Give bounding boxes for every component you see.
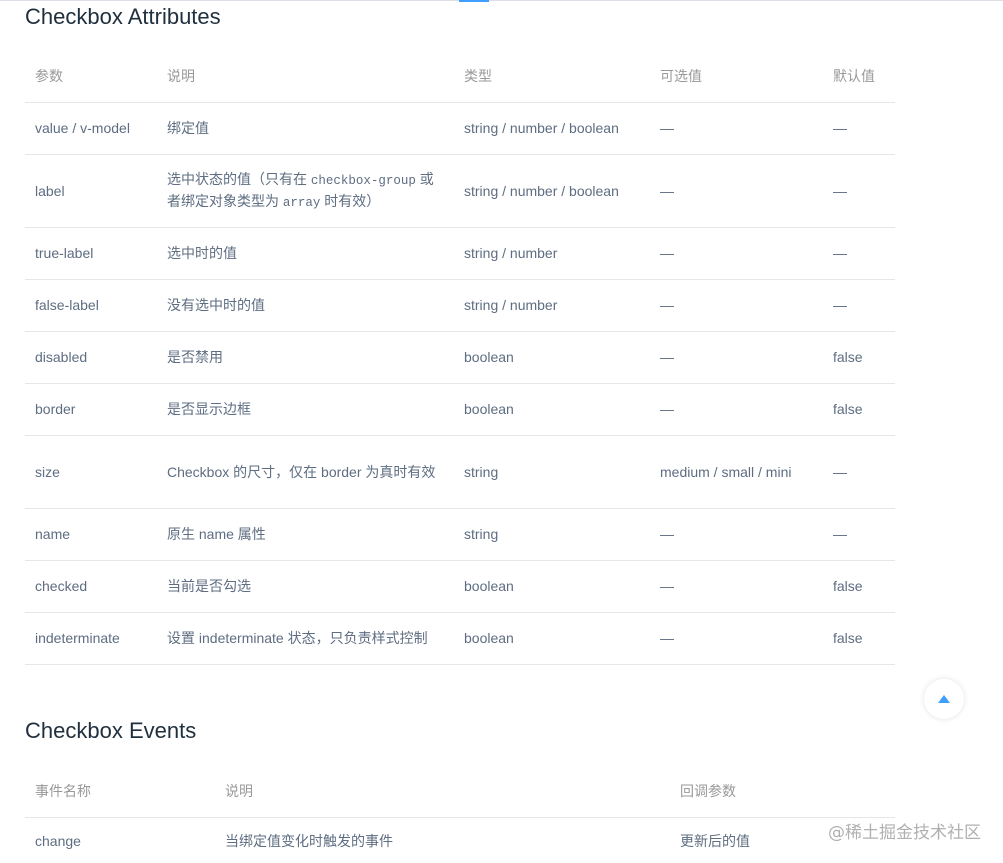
header-event-name: 事件名称 bbox=[25, 765, 215, 818]
cell-options: — bbox=[650, 508, 823, 561]
cell-desc: Checkbox 的尺寸，仅在 border 为真时有效 bbox=[157, 435, 454, 509]
table-row: false-label 没有选中时的值 string / number — — bbox=[25, 279, 895, 332]
cell-desc: 没有选中时的值 bbox=[157, 279, 454, 332]
desc-text: 选中状态的值（只有在 bbox=[167, 170, 311, 187]
table-row: label 选中状态的值（只有在 checkbox-group 或者绑定对象类型… bbox=[25, 154, 895, 228]
cell-param: name bbox=[25, 508, 157, 561]
events-table: 事件名称 说明 回调参数 change 当绑定值变化时触发的事件 更新后的值 bbox=[25, 765, 895, 863]
table-row: size Checkbox 的尺寸，仅在 border 为真时有效 string… bbox=[25, 435, 895, 509]
cell-default: — bbox=[823, 279, 895, 332]
cell-type: string / number bbox=[454, 227, 650, 280]
header-desc: 说明 bbox=[215, 765, 670, 818]
cell-param: label bbox=[25, 154, 157, 228]
table-row: checked 当前是否勾选 boolean — false bbox=[25, 560, 895, 613]
cell-param: size bbox=[25, 435, 157, 509]
cell-options: — bbox=[650, 154, 823, 228]
cell-default: — bbox=[823, 508, 895, 561]
table-row: border 是否显示边框 boolean — false bbox=[25, 383, 895, 436]
cell-param: false-label bbox=[25, 279, 157, 332]
cell-desc: 是否显示边框 bbox=[157, 383, 454, 436]
cell-desc: 原生 name 属性 bbox=[157, 508, 454, 561]
header-callback-params: 回调参数 bbox=[670, 765, 895, 818]
cell-options: — bbox=[650, 612, 823, 665]
caret-up-icon bbox=[938, 695, 950, 703]
header-options: 可选值 bbox=[650, 50, 823, 103]
cell-type: boolean bbox=[454, 612, 650, 665]
cell-type: string bbox=[454, 435, 650, 509]
cell-desc: 是否禁用 bbox=[157, 331, 454, 384]
cell-param: disabled bbox=[25, 331, 157, 384]
cell-options: medium / small / mini bbox=[650, 435, 823, 509]
watermark: @稀土掘金技术社区 bbox=[828, 823, 981, 843]
back-to-top-button[interactable] bbox=[924, 679, 964, 719]
active-tab-indicator bbox=[459, 0, 489, 2]
header-type: 类型 bbox=[454, 50, 650, 103]
attributes-title: Checkbox Attributes bbox=[25, 4, 221, 29]
cell-options: — bbox=[650, 227, 823, 280]
cell-param: true-label bbox=[25, 227, 157, 280]
cell-param: indeterminate bbox=[25, 612, 157, 665]
cell-options: — bbox=[650, 383, 823, 436]
cell-param: value / v-model bbox=[25, 102, 157, 155]
cell-type: boolean bbox=[454, 383, 650, 436]
cell-type: string / number / boolean bbox=[454, 102, 650, 155]
cell-param: checked bbox=[25, 560, 157, 613]
cell-options: — bbox=[650, 560, 823, 613]
cell-desc: 当绑定值变化时触发的事件 bbox=[215, 817, 670, 863]
cell-default: — bbox=[823, 154, 895, 228]
table-row: indeterminate 设置 indeterminate 状态，只负责样式控… bbox=[25, 612, 895, 665]
desc-text: 时有效） bbox=[320, 192, 381, 209]
cell-type: string / number bbox=[454, 279, 650, 332]
table-row: value / v-model 绑定值 string / number / bo… bbox=[25, 102, 895, 155]
cell-options: — bbox=[650, 331, 823, 384]
top-divider bbox=[0, 0, 1003, 1]
header-default: 默认值 bbox=[823, 50, 895, 103]
cell-default: — bbox=[823, 102, 895, 155]
table-header-row: 参数 说明 类型 可选值 默认值 bbox=[25, 50, 895, 103]
table-row: name 原生 name 属性 string — — bbox=[25, 508, 895, 561]
cell-default: false bbox=[823, 560, 895, 613]
code-snippet: array bbox=[282, 195, 321, 210]
cell-type: boolean bbox=[454, 560, 650, 613]
cell-default: false bbox=[823, 331, 895, 384]
cell-desc: 绑定值 bbox=[157, 102, 454, 155]
cell-event-name: change bbox=[25, 817, 215, 863]
cell-default: — bbox=[823, 435, 895, 509]
code-snippet: checkbox-group bbox=[310, 173, 416, 188]
cell-default: false bbox=[823, 612, 895, 665]
cell-param: border bbox=[25, 383, 157, 436]
cell-default: — bbox=[823, 227, 895, 280]
cell-desc: 选中状态的值（只有在 checkbox-group 或者绑定对象类型为 arra… bbox=[157, 154, 454, 228]
header-param: 参数 bbox=[25, 50, 157, 103]
cell-type: string / number / boolean bbox=[454, 154, 650, 228]
table-header-row: 事件名称 说明 回调参数 bbox=[25, 765, 895, 818]
table-row: change 当绑定值变化时触发的事件 更新后的值 bbox=[25, 817, 895, 863]
header-desc: 说明 bbox=[157, 50, 454, 103]
cell-type: boolean bbox=[454, 331, 650, 384]
cell-type: string bbox=[454, 508, 650, 561]
cell-default: false bbox=[823, 383, 895, 436]
table-row: disabled 是否禁用 boolean — false bbox=[25, 331, 895, 384]
cell-desc: 当前是否勾选 bbox=[157, 560, 454, 613]
cell-desc: 设置 indeterminate 状态，只负责样式控制 bbox=[157, 612, 454, 665]
cell-options: — bbox=[650, 102, 823, 155]
events-title: Checkbox Events bbox=[25, 718, 197, 743]
table-row: true-label 选中时的值 string / number — — bbox=[25, 227, 895, 280]
cell-options: — bbox=[650, 279, 823, 332]
attributes-table: 参数 说明 类型 可选值 默认值 value / v-model 绑定值 str… bbox=[25, 50, 895, 665]
cell-desc: 选中时的值 bbox=[157, 227, 454, 280]
